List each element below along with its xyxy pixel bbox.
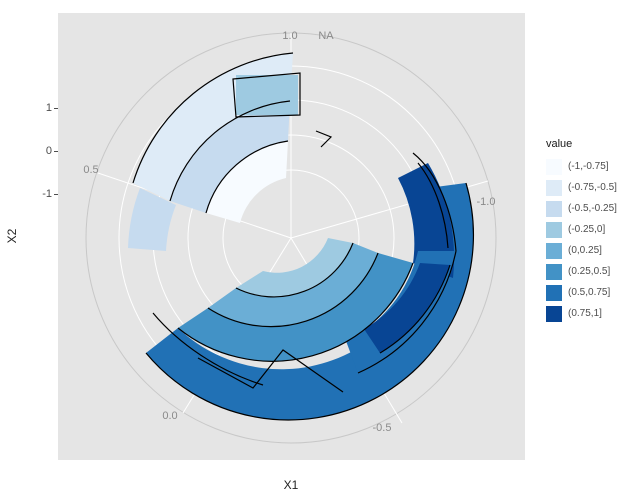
legend-label: (0.5,0.75] — [568, 287, 610, 298]
legend-swatch — [546, 306, 562, 322]
ytick--1: -1 — [34, 188, 52, 200]
legend-label: (-0.75,-0.5] — [568, 182, 617, 193]
legend-item: (-1,-0.75] — [546, 158, 634, 175]
ring-label-0.5: 0.5 — [83, 164, 98, 176]
legend: value (-1,-0.75] (-0.75,-0.5] (-0.5,-0.2… — [546, 138, 634, 326]
plot-panel — [58, 13, 525, 460]
ring-label--1.0: -1.0 — [477, 196, 496, 208]
legend-swatch — [546, 285, 562, 301]
legend-item: (0.75,1] — [546, 305, 634, 322]
legend-label: (0.25,0.5] — [568, 266, 610, 277]
legend-item: (-0.25,0] — [546, 221, 634, 238]
legend-swatch — [546, 222, 562, 238]
ring-label-0.0: 0.0 — [162, 410, 177, 422]
legend-label: (-1,-0.75] — [568, 161, 609, 172]
legend-title: value — [546, 138, 634, 150]
legend-label: (-0.5,-0.25] — [568, 203, 617, 214]
chart-root: 1 0 -1 X2 X1 1.0 NA 0.5 -1.0 0.0 -0.5 va… — [0, 0, 640, 500]
legend-swatch — [546, 201, 562, 217]
legend-item: (0.25,0.5] — [546, 263, 634, 280]
ring-label-NA: NA — [318, 30, 333, 42]
legend-label: (0,0.25] — [568, 245, 602, 256]
ring-label-1.0: 1.0 — [282, 30, 297, 42]
legend-label: (-0.25,0] — [568, 224, 605, 235]
legend-swatch — [546, 264, 562, 280]
plot-svg — [58, 13, 525, 460]
legend-label: (0.75,1] — [568, 308, 602, 319]
ytick-0: 0 — [34, 145, 52, 157]
heat-fill — [128, 53, 473, 420]
ytick-1: 1 — [34, 102, 52, 114]
x-axis-label: X1 — [284, 478, 299, 492]
ring-label--0.5: -0.5 — [373, 422, 392, 434]
legend-swatch — [546, 180, 562, 196]
legend-item: (0.5,0.75] — [546, 284, 634, 301]
legend-item: (-0.75,-0.5] — [546, 179, 634, 196]
legend-item: (-0.5,-0.25] — [546, 200, 634, 217]
y-axis-label: X2 — [5, 229, 19, 244]
legend-item: (0,0.25] — [546, 242, 634, 259]
legend-swatch — [546, 159, 562, 175]
legend-swatch — [546, 243, 562, 259]
